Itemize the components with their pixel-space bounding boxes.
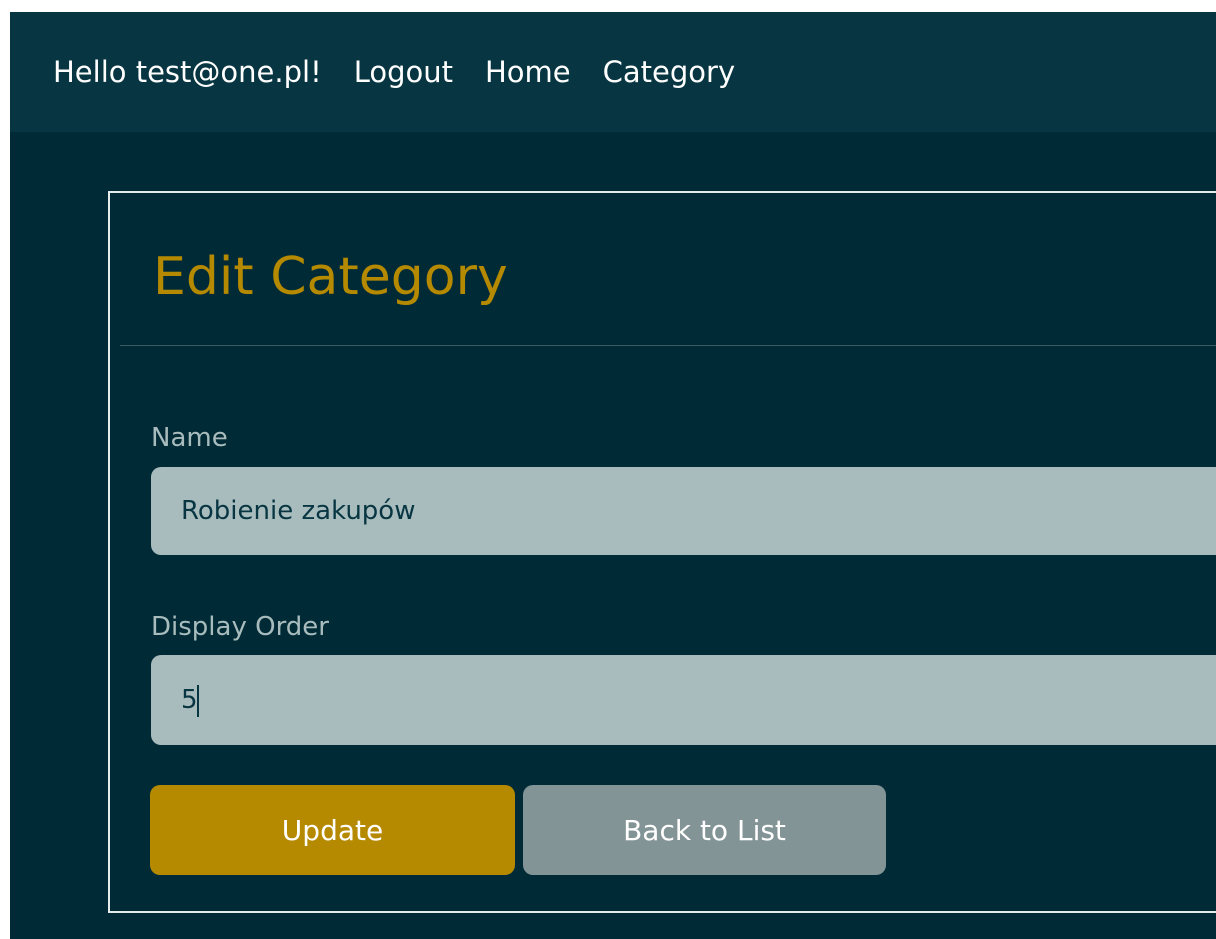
user-greeting: Hello test@one.pl! (53, 54, 322, 89)
nav-category[interactable]: Category (603, 57, 735, 87)
name-input[interactable] (151, 467, 1216, 555)
text-caret (197, 685, 199, 717)
navbar: Hello test@one.pl! Logout Home Category (10, 12, 1216, 132)
update-button[interactable]: Update (150, 785, 515, 875)
name-label: Name (151, 423, 228, 453)
display-order-label: Display Order (151, 612, 329, 642)
back-to-list-button[interactable]: Back to List (523, 785, 886, 875)
app-window: Hello test@one.pl! Logout Home Category … (10, 12, 1216, 939)
edit-category-card: Edit Category Name Display Order Update … (108, 191, 1216, 913)
nav-home[interactable]: Home (485, 57, 571, 87)
title-divider (120, 345, 1216, 346)
page-title: Edit Category (153, 247, 508, 307)
display-order-input[interactable] (151, 655, 1216, 745)
nav-logout[interactable]: Logout (354, 57, 453, 87)
